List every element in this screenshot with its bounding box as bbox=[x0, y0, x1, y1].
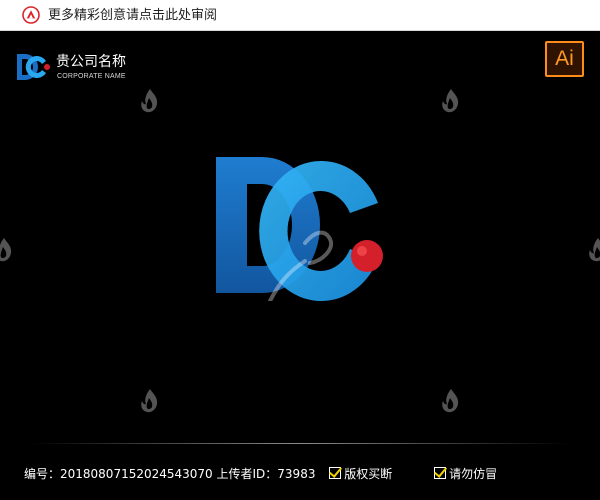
upload-id-text: 编号：20180807152024543070 上传者ID：73983 bbox=[24, 467, 316, 481]
promo-link[interactable]: 更多精彩创意请点击此处审阅 bbox=[48, 7, 217, 24]
illustrator-file-badge: Ai bbox=[545, 41, 584, 77]
anti-copy-badge: 请勿仿冒 bbox=[434, 465, 497, 483]
checkmark-icon bbox=[329, 467, 342, 479]
checkmark-icon bbox=[434, 467, 447, 479]
alert-triangle-icon bbox=[22, 6, 40, 24]
company-subtitle: CORPORATE NAME bbox=[57, 73, 126, 80]
preview-canvas: Ai 贵公司名称 CORPORATE NAME 编号：2018080715202… bbox=[0, 31, 600, 500]
dc-mini-logo bbox=[17, 54, 50, 80]
footer-info: 编号：20180807152024543070 上传者ID：73983 版权买断… bbox=[24, 465, 497, 483]
watermark-flame-icon bbox=[442, 389, 459, 413]
copyright-badge: 版权买断 bbox=[329, 465, 392, 483]
company-name: 贵公司名称 bbox=[56, 54, 126, 70]
dc-logo bbox=[216, 157, 383, 301]
watermark-flame-icon bbox=[589, 238, 600, 262]
top-bar: 更多精彩创意请点击此处审阅 bbox=[0, 0, 600, 31]
watermark-flame-icon bbox=[141, 389, 158, 413]
watermark-flame-icon bbox=[0, 238, 12, 262]
footer-divider bbox=[30, 443, 570, 444]
brand-header: 贵公司名称 CORPORATE NAME bbox=[16, 52, 146, 84]
watermark-flame-icon bbox=[141, 89, 158, 113]
watermark-flame-icon bbox=[442, 89, 459, 113]
